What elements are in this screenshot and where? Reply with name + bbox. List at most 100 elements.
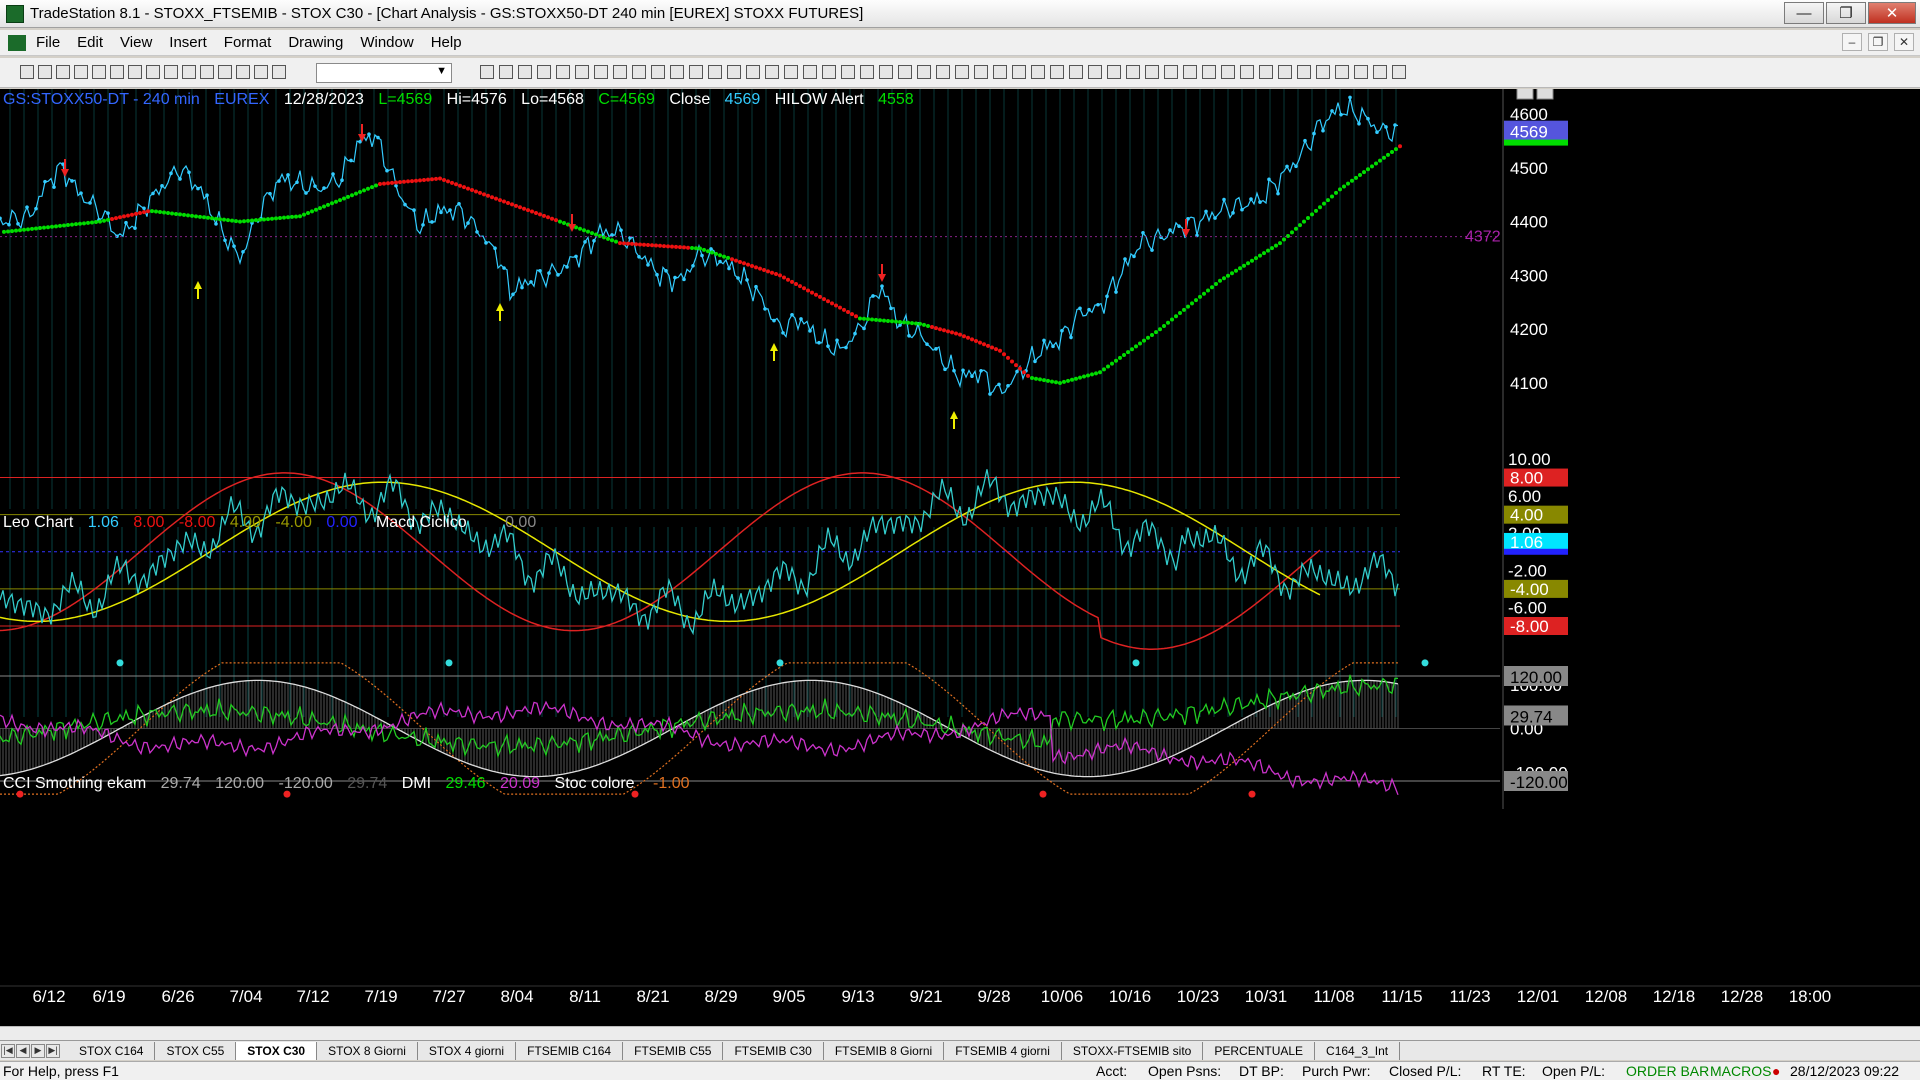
menu-window[interactable]: Window (360, 34, 413, 51)
tab-c164-3-int[interactable]: C164_3_Int (1315, 1041, 1401, 1060)
toolbar-button-icon[interactable] (56, 65, 70, 79)
menu-insert[interactable]: Insert (169, 34, 207, 51)
toolbar-button-icon[interactable] (860, 65, 874, 79)
toolbar-button-icon[interactable] (518, 65, 532, 79)
toolbar-button-icon[interactable] (746, 65, 760, 79)
tab-stox-c30[interactable]: STOX C30 (236, 1041, 318, 1060)
document-icon[interactable] (8, 34, 26, 51)
toolbar-button-icon[interactable] (1088, 65, 1102, 79)
toolbar-button-icon[interactable] (218, 65, 232, 79)
toolbar-button-icon[interactable] (236, 65, 250, 79)
toolbar-button-icon[interactable] (1164, 65, 1178, 79)
mdi-minimize-button[interactable]: – (1842, 33, 1862, 51)
toolbar-button-icon[interactable] (1107, 65, 1121, 79)
toolbar-button-icon[interactable] (164, 65, 178, 79)
menu-help[interactable]: Help (431, 34, 462, 51)
chart-canvas[interactable]: 4372460045004400430042004100456910.006.0… (0, 89, 1920, 1026)
tab-next-icon[interactable]: ▶ (31, 1043, 45, 1058)
tab-ftsemib-c55[interactable]: FTSEMIB C55 (623, 1041, 724, 1060)
toolbar-button-icon[interactable] (200, 65, 214, 79)
tab-last-icon[interactable]: ▶| (46, 1043, 60, 1058)
toolbar-button-icon[interactable] (1278, 65, 1292, 79)
toolbar-button-icon[interactable] (1202, 65, 1216, 79)
toolbar-button-icon[interactable] (146, 65, 160, 79)
toolbar-button-icon[interactable] (1145, 65, 1159, 79)
toolbar-button-icon[interactable] (537, 65, 551, 79)
maximize-button[interactable]: ❐ (1826, 2, 1866, 24)
menu-file[interactable]: File (36, 34, 60, 51)
tab-stox-4-giorni[interactable]: STOX 4 giorni (418, 1041, 517, 1060)
toolbar-button-icon[interactable] (841, 65, 855, 79)
toolbar-button-icon[interactable] (898, 65, 912, 79)
tab-ftsemib-4-giorni[interactable]: FTSEMIB 4 giorni (944, 1041, 1062, 1060)
tab-stox-c164[interactable]: STOX C164 (68, 1041, 156, 1060)
menu-drawing[interactable]: Drawing (288, 34, 343, 51)
close-button[interactable]: ✕ (1868, 2, 1916, 24)
tab-prev-icon[interactable]: ◀ (16, 1043, 30, 1058)
chart-analysis-window[interactable]: 4372 4600 4500 4400 4300 4200 4100 4569 10.00 6.0… (0, 89, 1920, 1026)
toolbar-button-icon[interactable] (936, 65, 950, 79)
toolbar-button-icon[interactable] (1012, 65, 1026, 79)
toolbar-button-icon[interactable] (182, 65, 196, 79)
toolbar-button-icon[interactable] (1221, 65, 1235, 79)
toolbar-button-icon[interactable] (1335, 65, 1349, 79)
toolbar-button-icon[interactable] (272, 65, 286, 79)
tab-first-icon[interactable]: |◀ (1, 1043, 15, 1058)
toolbar-button-icon[interactable] (784, 65, 798, 79)
toolbar-button-icon[interactable] (1259, 65, 1273, 79)
toolbar-button-icon[interactable] (594, 65, 608, 79)
tab-ftsemib-c164[interactable]: FTSEMIB C164 (516, 1041, 624, 1060)
toolbar-button-icon[interactable] (993, 65, 1007, 79)
toolbar-button-icon[interactable] (1069, 65, 1083, 79)
tab-ftsemib-8-giorni[interactable]: FTSEMIB 8 Giorni (824, 1041, 945, 1060)
toolbar-button-icon[interactable] (1392, 65, 1406, 79)
toolbar-button-icon[interactable] (1183, 65, 1197, 79)
toolbar-button-icon[interactable] (128, 65, 142, 79)
toolbar-button-icon[interactable] (480, 65, 494, 79)
mdi-close-button[interactable]: ✕ (1894, 33, 1914, 51)
menu-edit[interactable]: Edit (77, 34, 103, 51)
horizontal-scrollbar[interactable] (0, 1026, 1920, 1040)
toolbar-button-icon[interactable] (708, 65, 722, 79)
toolbar-button-icon[interactable] (879, 65, 893, 79)
toolbar-button-icon[interactable] (765, 65, 779, 79)
toolbar-button-icon[interactable] (613, 65, 627, 79)
toolbar-button-icon[interactable] (20, 65, 34, 79)
toolbar-button-icon[interactable] (1297, 65, 1311, 79)
toolbar-button-icon[interactable] (822, 65, 836, 79)
status-macros[interactable]: MACROS (1710, 1063, 1771, 1079)
toolbar-button-icon[interactable] (556, 65, 570, 79)
menu-format[interactable]: Format (224, 34, 272, 51)
toolbar-button-icon[interactable] (803, 65, 817, 79)
toolbar-button-icon[interactable] (1240, 65, 1254, 79)
tab-stox-c55[interactable]: STOX C55 (155, 1041, 237, 1060)
minimize-button[interactable]: — (1784, 2, 1824, 24)
menu-view[interactable]: View (120, 34, 152, 51)
toolbar-button-icon[interactable] (651, 65, 665, 79)
tab-ftsemib-c30[interactable]: FTSEMIB C30 (723, 1041, 824, 1060)
toolbar-button-icon[interactable] (92, 65, 106, 79)
toolbar-button-icon[interactable] (917, 65, 931, 79)
toolbar-button-icon[interactable] (955, 65, 969, 79)
toolbar-button-icon[interactable] (1050, 65, 1064, 79)
toolbar-button-icon[interactable] (1031, 65, 1045, 79)
toolbar-button-icon[interactable] (110, 65, 124, 79)
toolbar-button-icon[interactable] (499, 65, 513, 79)
mdi-restore-button[interactable]: ❐ (1868, 33, 1888, 51)
tab-percentuale[interactable]: PERCENTUALE (1203, 1041, 1316, 1060)
toolbar-button-icon[interactable] (1126, 65, 1140, 79)
toolbar-button-icon[interactable] (254, 65, 268, 79)
toolbar-button-icon[interactable] (1354, 65, 1368, 79)
toolbar-button-icon[interactable] (670, 65, 684, 79)
toolbar-button-icon[interactable] (575, 65, 589, 79)
toolbar-dropdown[interactable]: ▼ (316, 63, 452, 83)
toolbar-button-icon[interactable] (1373, 65, 1387, 79)
toolbar-button-icon[interactable] (727, 65, 741, 79)
status-order-bar[interactable]: ORDER BAR (1626, 1063, 1709, 1079)
tab-stoxx-ftsemib-sito[interactable]: STOXX-FTSEMIB sito (1062, 1041, 1204, 1060)
toolbar-button-icon[interactable] (689, 65, 703, 79)
toolbar-button-icon[interactable] (974, 65, 988, 79)
toolbar-button-icon[interactable] (1316, 65, 1330, 79)
toolbar-button-icon[interactable] (38, 65, 52, 79)
toolbar-button-icon[interactable] (632, 65, 646, 79)
